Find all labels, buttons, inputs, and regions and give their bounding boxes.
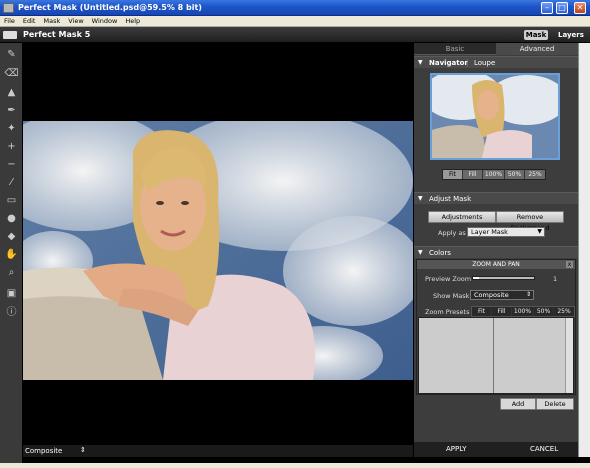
tool-palette: ✎ ⌫ ▲ ✒ ✦ + − ⁄ ▭ ● ◆ ✋ ⌕ ▣ ⓘ [0, 43, 23, 463]
navigator-title: Navigator [429, 59, 468, 67]
colors-header[interactable]: ▼ Colors [414, 246, 578, 258]
tab-basic[interactable]: Basic [414, 43, 496, 55]
nav-zoom-50[interactable]: 50% [505, 170, 525, 179]
preview-zoom-slider-fill [473, 277, 480, 279]
color-list[interactable] [418, 317, 574, 394]
photo-preview[interactable] [23, 121, 413, 380]
adjust-mask-header[interactable]: ▼ Adjust Mask [414, 192, 578, 204]
photo-illustration [23, 121, 413, 380]
chisel-icon[interactable]: ▭ [4, 193, 19, 208]
close-button[interactable]: ✕ [574, 2, 586, 14]
menu-help[interactable]: Help [121, 16, 144, 27]
nav-zoom-fill[interactable]: Fill [463, 170, 483, 179]
tab-advanced[interactable]: Advanced [496, 43, 578, 55]
view-mode-icon[interactable]: ▣ [4, 286, 19, 301]
mask-tab[interactable]: Mask [524, 30, 548, 40]
window-titlebar: Perfect Mask (Untitled.psd@59.5% 8 bit) … [0, 0, 590, 16]
menu-view[interactable]: View [64, 16, 87, 27]
layers-tab[interactable]: Layers [558, 30, 584, 40]
app-header: Perfect Mask 5 Mask Layers [0, 27, 590, 43]
preset-100[interactable]: 100% [512, 307, 534, 316]
canvas-status-bar: Composite ⇕ [23, 445, 413, 457]
collapse-triangle-icon[interactable]: ▼ [418, 57, 423, 69]
menu-edit[interactable]: Edit [19, 16, 40, 27]
apply-cancel-bar: APPLY CANCEL [414, 442, 578, 457]
navigator-zoom-bar: Fit Fill 100% 50% 25% [442, 169, 546, 180]
blur-icon[interactable]: ● [4, 211, 19, 226]
preset-25[interactable]: 25% [554, 307, 574, 316]
show-mask-label: Show Mask [433, 292, 470, 300]
minimize-button[interactable]: – [541, 2, 553, 14]
navigator-thumbnail-illustration [432, 75, 558, 158]
zoom-pan-close-icon[interactable]: x [566, 261, 573, 268]
menu-file[interactable]: File [0, 16, 19, 27]
colors-title: Colors [429, 249, 451, 257]
pen-icon[interactable]: ✒ [4, 103, 19, 118]
preview-zoom-label: Preview Zoom [425, 275, 472, 283]
menu-window[interactable]: Window [88, 16, 122, 27]
app-name: Perfect Mask 5 [23, 30, 91, 39]
preset-fill[interactable]: Fill [492, 307, 512, 316]
paint-bucket-icon[interactable]: ◆ [4, 229, 19, 244]
apply-as-value: Layer Mask [471, 228, 508, 236]
app-logo [3, 31, 17, 39]
navigator-thumbnail[interactable] [430, 73, 560, 160]
magic-brush-icon[interactable]: ✦ [4, 121, 19, 136]
window-title: Perfect Mask (Untitled.psd@59.5% 8 bit) [18, 3, 202, 12]
eyedropper-icon[interactable]: ⁄ [4, 175, 19, 190]
nav-zoom-25[interactable]: 25% [525, 170, 545, 179]
show-mask-value: Composite [474, 291, 509, 299]
eraser-icon[interactable]: ⌫ [4, 66, 19, 81]
updown-arrow-icon: ⇕ [525, 291, 531, 298]
collapse-triangle-icon[interactable]: ▼ [418, 247, 423, 259]
list-divider [493, 318, 494, 393]
info-icon[interactable]: ⓘ [4, 305, 19, 320]
slider-end-label: 1 [553, 275, 558, 283]
app-icon [3, 3, 14, 13]
adjust-mask-title: Adjust Mask [429, 195, 472, 203]
zoom-and-pan-title: ZOOM AND PAN [417, 260, 575, 269]
apply-as-label: Apply as [438, 229, 466, 237]
preset-fit[interactable]: Fit [472, 307, 492, 316]
image-canvas[interactable]: Composite ⇕ [23, 43, 413, 463]
zoom-presets-label: Zoom Presets [425, 308, 470, 316]
drop-dropper-icon[interactable]: − [4, 157, 19, 172]
zoom-icon[interactable]: ⌕ [4, 265, 19, 280]
bucket-fill-icon[interactable]: ▲ [4, 85, 19, 100]
delete-button[interactable]: Delete [536, 398, 574, 410]
preview-zoom-slider[interactable] [472, 276, 535, 280]
chevron-down-icon: ▼ [537, 228, 542, 235]
apply-as-select[interactable]: Layer Mask ▼ [467, 227, 545, 237]
apply-button[interactable]: APPLY [446, 445, 466, 453]
show-mask-select[interactable]: Composite ⇕ [470, 290, 534, 300]
add-button[interactable]: Add [500, 398, 536, 410]
preset-50[interactable]: 50% [534, 307, 554, 316]
window-bottom-edge [0, 463, 590, 468]
control-panel: Basic Advanced ▼ Navigator | Loupe Fit F… [414, 43, 578, 457]
cancel-button[interactable]: CANCEL [530, 445, 558, 453]
list-scrollbar[interactable] [565, 318, 573, 393]
separator: | [466, 59, 469, 67]
view-mode-select[interactable]: Composite [25, 447, 62, 455]
loupe-tab[interactable]: Loupe [474, 57, 495, 69]
hand-icon[interactable]: ✋ [4, 247, 19, 262]
keep-dropper-icon[interactable]: + [4, 139, 19, 154]
menu-bar: File Edit Mask View Window Help [0, 16, 590, 27]
adjustments-button[interactable]: Adjustments [428, 211, 496, 223]
updown-arrow-icon[interactable]: ⇕ [80, 446, 86, 454]
navigator-header[interactable]: ▼ Navigator | Loupe [414, 56, 578, 68]
brush-icon[interactable]: ✎ [4, 47, 19, 62]
panel-scrollbar[interactable] [578, 43, 590, 457]
zoom-presets-bar: Fit Fill 100% 50% 25% [471, 306, 575, 317]
nav-zoom-100[interactable]: 100% [483, 170, 505, 179]
nav-zoom-fit[interactable]: Fit [443, 170, 463, 179]
menu-mask[interactable]: Mask [39, 16, 64, 27]
maximize-button[interactable]: □ [556, 2, 568, 14]
collapse-triangle-icon[interactable]: ▼ [418, 193, 423, 205]
zoom-and-pan-panel: ZOOM AND PAN x Preview Zoom 1 Show Mask … [416, 259, 576, 395]
remove-background-button[interactable]: Remove Background [496, 211, 564, 232]
